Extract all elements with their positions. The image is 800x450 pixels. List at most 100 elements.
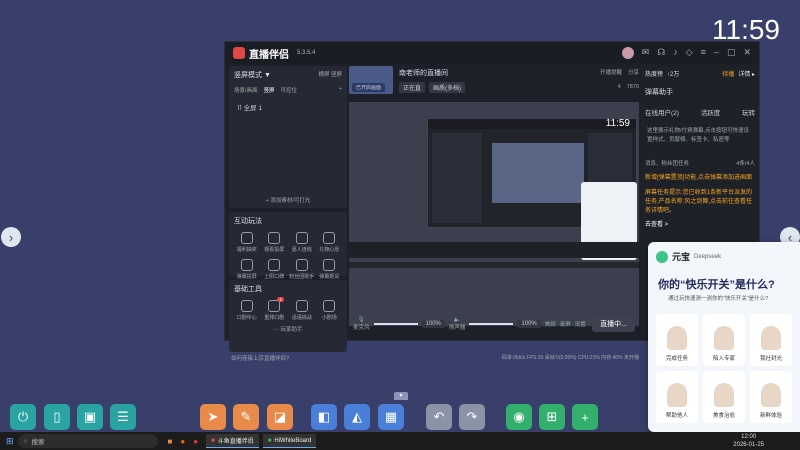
tool-item-2[interactable]: 1 重排口剧	[261, 297, 289, 321]
title-icons: ✉ ☊ ♪ ◇ ≡ – ▢ ✕	[621, 47, 751, 59]
shape-icon: ◧	[317, 409, 331, 424]
comment-item[interactable]: 新增[弹幕置顶]功能,点击弹幕添加进画面	[641, 171, 759, 186]
close-icon[interactable]: ✕	[743, 47, 751, 59]
left-expand-button[interactable]: ›	[1, 227, 21, 247]
shapes-library-button[interactable]: ◭	[344, 404, 370, 430]
person-illustration	[761, 383, 781, 407]
option-card[interactable]: 美食治愈	[703, 371, 745, 423]
option-card[interactable]: 帮助他人	[656, 371, 698, 423]
shape-tool-button[interactable]: ◧	[311, 404, 337, 430]
tab-play[interactable]: 玩转	[742, 107, 755, 117]
like-count: 7870	[626, 84, 639, 90]
app-icon[interactable]: ●	[193, 437, 198, 446]
mic-slider[interactable]	[373, 323, 418, 325]
redo-button[interactable]: ↷	[459, 404, 485, 430]
tool-item-3[interactable]: 话语挑战	[288, 300, 316, 321]
windows-button[interactable]: ⊞	[539, 404, 565, 430]
detail-link[interactable]: 详情 ▸	[738, 69, 755, 78]
save-button[interactable]: ▣	[77, 404, 103, 430]
stream-preview[interactable]: 11:59	[349, 102, 639, 326]
explorer-icon[interactable]: ■	[168, 437, 173, 446]
app-name: 直播伴侣	[249, 49, 289, 61]
headset-icon[interactable]: ☊	[657, 47, 665, 59]
add-scene-button[interactable]: +	[339, 86, 342, 94]
room-title[interactable]: 南老师的直播间	[399, 68, 448, 78]
tab-activity[interactable]: 活跃度	[701, 107, 721, 117]
tool-item-4[interactable]: 小剧场	[316, 300, 344, 321]
add-source-button[interactable]: + 添加素材/可打光	[229, 196, 347, 204]
interactive-item-3[interactable]: 嘉人连线	[288, 232, 316, 253]
pages-button[interactable]: ▯	[44, 404, 70, 430]
live-button[interactable]: 直播中...	[592, 316, 635, 332]
interactive-item-8[interactable]: 弹幕姬设	[316, 259, 344, 280]
undo-button[interactable]: ↶	[426, 404, 452, 430]
shirt-icon[interactable]: ◇	[686, 47, 693, 59]
grid-icon: ▦	[384, 409, 398, 424]
system-clock[interactable]: 12:00 2026-01-25	[733, 433, 764, 449]
minimize-icon[interactable]: –	[714, 47, 719, 59]
tool-item-1[interactable]: 口剧中心	[233, 300, 261, 321]
option-card[interactable]: 我社封光	[750, 314, 792, 366]
speaker-slider[interactable]	[469, 323, 514, 325]
beauty-button[interactable]: 美颜	[545, 320, 556, 328]
interactive-title: 互动玩法	[234, 218, 262, 225]
nested-clock: 11:59	[605, 118, 630, 129]
toolbar-collapse-handle[interactable]: ▾	[394, 392, 408, 400]
taskbar-search[interactable]: ○ 搜索	[17, 434, 158, 448]
apps-button[interactable]: ▦	[378, 404, 404, 430]
share-button[interactable]: 分享	[628, 68, 639, 76]
save-icon: ▣	[83, 409, 97, 424]
tab-online-users[interactable]: 在线用户(2)	[645, 107, 679, 117]
interactive-item-7[interactable]: 粉丝团助手	[288, 259, 316, 280]
avatar[interactable]	[621, 47, 634, 59]
menu-icon[interactable]: ≡	[701, 47, 706, 59]
scene-tab-3[interactable]: 可控位	[281, 86, 298, 94]
mic-level: 100%	[421, 320, 445, 328]
interactive-item-5[interactable]: 弹幕投屏	[233, 259, 261, 280]
quality-tag[interactable]: 画质(多档)	[429, 82, 466, 93]
windows-start-icon[interactable]: ⊞	[6, 436, 14, 447]
taskbar-app-live[interactable]: ■ 斗鱼直播伴侣	[206, 434, 259, 448]
screen-icon	[268, 232, 281, 244]
view-task-link[interactable]: 去查看 >	[641, 219, 759, 228]
mode-portrait[interactable]: 竖屏	[331, 72, 342, 78]
select-tool-button[interactable]: ➤	[200, 404, 226, 430]
settings-button[interactable]: 设置	[575, 320, 586, 328]
scene-tab-2[interactable]: 竖屏	[264, 86, 275, 94]
option-card[interactable]: 陷入专家	[703, 314, 745, 366]
list-icon	[295, 300, 308, 312]
bell-icon[interactable]: ♪	[673, 47, 678, 59]
scene-tab-1[interactable]: 场景/画面	[234, 86, 258, 94]
interactive-item-4[interactable]: 礼物心愿	[316, 232, 344, 253]
screenshot-button[interactable]: ◉	[506, 404, 532, 430]
scene-card: 竖屏模式 ▼ 横屏 竖屏 场景/画面 竖屏 可控位 + ⠿ 全屏 1 + 添加素…	[229, 66, 347, 208]
menu-list-button[interactable]: ☰	[110, 404, 136, 430]
eraser-tool-button[interactable]: ◪	[267, 404, 293, 430]
add-button[interactable]: +	[572, 404, 598, 430]
mode-selector[interactable]: 竖屏模式 ▼	[234, 70, 271, 80]
speaker-button[interactable]: 🔈 扬声器	[449, 317, 466, 331]
help-link[interactable]: 如何连接上京直播伴侣?	[231, 354, 349, 362]
pen-tool-button[interactable]: ✎	[233, 404, 259, 430]
tools-title: 基础工具	[234, 286, 262, 293]
firefox-icon[interactable]: ●	[180, 437, 185, 446]
interactive-item-6[interactable]: 上阳口碑	[261, 259, 289, 280]
mic-button[interactable]: 🎙 麦克风	[353, 317, 370, 331]
taskbar-app-whiteboard[interactable]: ■ HiWhiteBoard	[262, 434, 317, 448]
maximize-icon[interactable]: ▢	[727, 47, 736, 59]
interactive-item-1[interactable]: 福利抽奖	[233, 232, 261, 253]
interactive-item-2[interactable]: 观看投屏	[261, 232, 289, 253]
comment-item[interactable]: 屏幕任务提示:您已收到1条新平台派发的任务,产品名称:风之剑舞,点击前往查看任务…	[641, 186, 759, 219]
person-illustration	[761, 326, 781, 350]
scene-item[interactable]: ⠿ 全屏 1	[229, 96, 347, 118]
option-card[interactable]: 新鲜体验	[750, 371, 792, 423]
more-tools-button[interactable]: ⋯ 玩家助手	[229, 325, 347, 333]
live-reminder-button[interactable]: 开播提醒	[600, 68, 622, 76]
power-button[interactable]: ⏻	[10, 404, 36, 430]
record-button[interactable]: 录屏	[560, 320, 571, 328]
cover-thumbnail[interactable]: 已开启画面	[349, 66, 393, 94]
message-icon[interactable]: ✉	[642, 47, 650, 59]
option-card[interactable]: 完成任务	[656, 314, 698, 366]
upload-icon	[268, 259, 281, 271]
mode-landscape[interactable]: 横屏	[318, 72, 329, 78]
